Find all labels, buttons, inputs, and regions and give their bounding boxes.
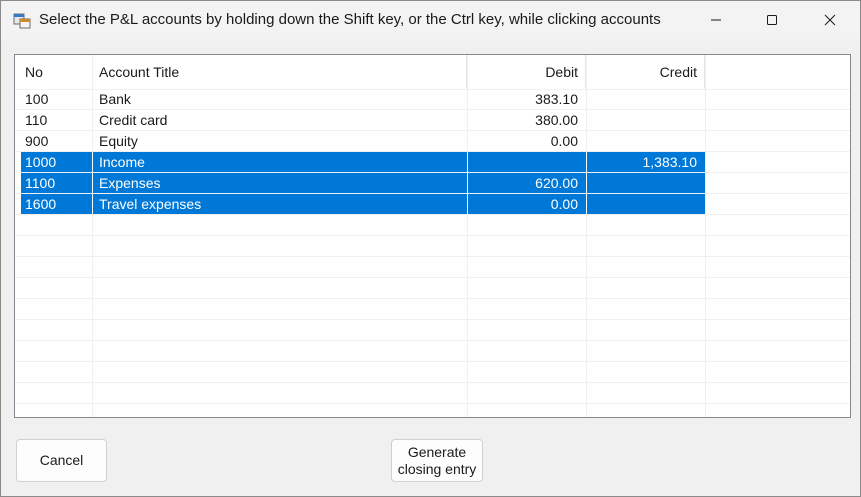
- maximize-icon: [766, 14, 778, 26]
- grid-line: [15, 256, 850, 257]
- cell-no: 1100: [25, 175, 56, 191]
- cell-title: Expenses: [99, 175, 161, 191]
- cell-divider: [92, 152, 93, 172]
- dialog-window: Select the P&L accounts by holding down …: [0, 0, 861, 497]
- cell-no: 900: [25, 133, 49, 149]
- cell-debit: 380.00: [535, 112, 578, 128]
- cell-divider: [586, 194, 587, 214]
- column-header-no[interactable]: No: [25, 64, 43, 80]
- cell-credit: 1,383.10: [642, 154, 698, 170]
- table-row[interactable]: 100 Bank 383.10: [21, 89, 705, 109]
- grid-line: [15, 214, 850, 215]
- grid-line: [15, 298, 850, 299]
- column-header-title[interactable]: Account Title: [99, 64, 179, 80]
- cell-title: Equity: [99, 133, 138, 149]
- grid-line: [15, 277, 850, 278]
- app-form-icon: [13, 11, 31, 29]
- cell-no: 100: [25, 91, 49, 107]
- cell-divider: [467, 152, 468, 172]
- table-row-selected[interactable]: 1100 Expenses 620.00: [21, 173, 705, 193]
- cell-title: Income: [99, 154, 145, 170]
- cell-debit: 383.10: [535, 91, 578, 107]
- title-bar[interactable]: Select the P&L accounts by holding down …: [1, 1, 860, 39]
- column-header: No Account Title Debit Credit: [15, 55, 850, 89]
- cell-debit: 0.00: [550, 196, 578, 212]
- cancel-button[interactable]: Cancel: [16, 439, 107, 482]
- close-icon: [824, 14, 836, 26]
- grid-line: [15, 403, 850, 404]
- cell-divider: [586, 173, 587, 193]
- cell-no: 1600: [25, 196, 57, 212]
- generate-closing-entry-button[interactable]: Generate closing entry: [391, 439, 483, 482]
- grid-line: [15, 340, 850, 341]
- table-row[interactable]: 900 Equity 0.00: [21, 131, 705, 151]
- cell-title: Travel expenses: [99, 196, 202, 212]
- header-divider[interactable]: [704, 55, 705, 89]
- cell-no: 110: [25, 112, 48, 128]
- table-row[interactable]: 110 Credit card 380.00: [21, 110, 705, 130]
- close-button[interactable]: [801, 1, 859, 39]
- cell-title: Credit card: [99, 112, 168, 128]
- column-header-credit[interactable]: Credit: [590, 64, 697, 80]
- grid-line: [15, 319, 850, 320]
- header-divider[interactable]: [585, 55, 586, 89]
- cell-title: Bank: [99, 91, 131, 107]
- column-header-debit[interactable]: Debit: [471, 64, 578, 80]
- table-row-selected[interactable]: 1000 Income 1,383.10: [21, 152, 705, 172]
- grid-line: [15, 382, 850, 383]
- maximize-button[interactable]: [743, 1, 801, 39]
- grid-line: [15, 235, 850, 236]
- table-row-selected[interactable]: 1600 Travel expenses 0.00: [21, 194, 705, 214]
- cell-no: 1000: [25, 154, 57, 170]
- header-divider[interactable]: [466, 55, 467, 89]
- window-title: Select the P&L accounts by holding down …: [39, 11, 661, 28]
- cell-debit: 0.00: [550, 133, 578, 149]
- grid-line: [15, 361, 850, 362]
- cell-divider: [92, 194, 93, 214]
- cell-divider: [92, 173, 93, 193]
- minimize-icon: [710, 14, 722, 26]
- minimize-button[interactable]: [687, 1, 745, 39]
- cell-debit: 620.00: [535, 175, 578, 191]
- accounts-list[interactable]: No Account Title Debit Credit 100 Bank 3…: [14, 54, 851, 418]
